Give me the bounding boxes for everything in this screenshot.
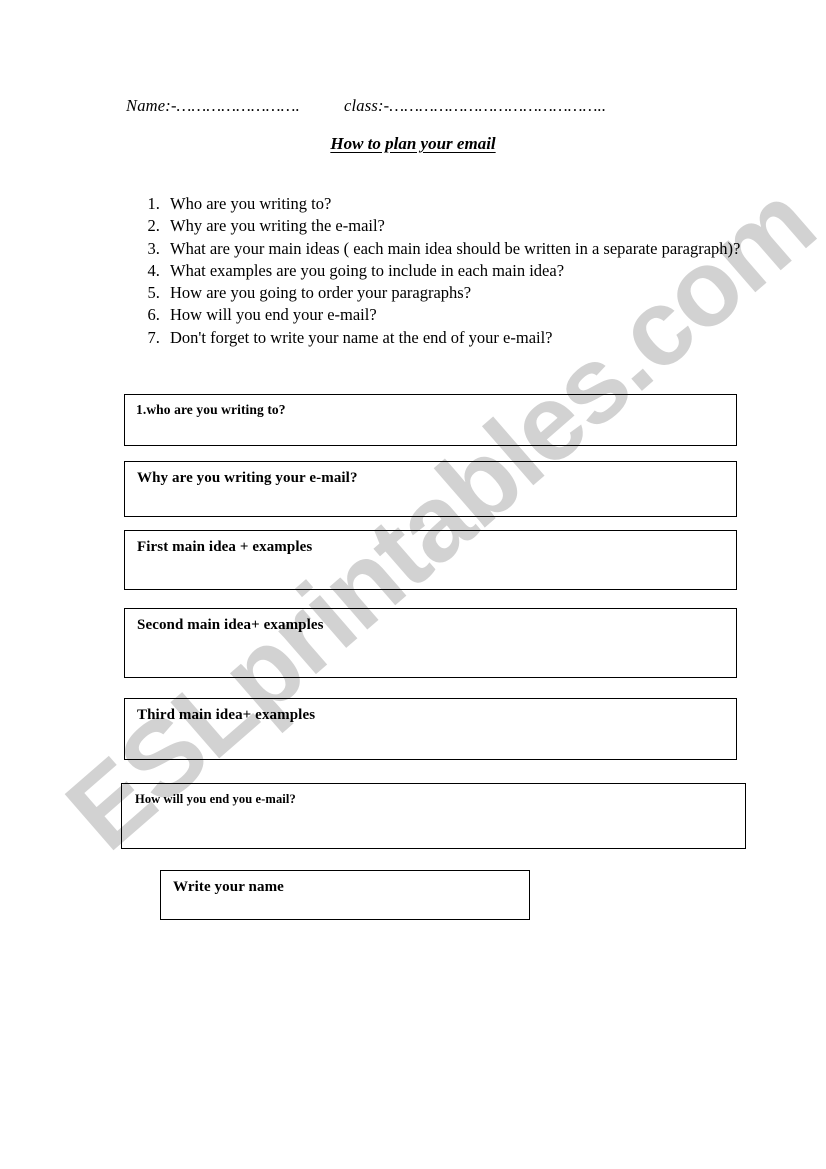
answer-box-first-idea[interactable]: First main idea + examples [124, 530, 737, 590]
answer-box-ending[interactable]: How will you end you e-mail? [121, 783, 746, 849]
answer-box-purpose[interactable]: Why are you writing your e-mail? [124, 461, 737, 517]
answer-box-label: 1.who are you writing to? [136, 402, 286, 417]
answer-box-second-idea[interactable]: Second main idea+ examples [124, 608, 737, 678]
student-info-row: Name:-……………………. class:-…………………………………….. [126, 96, 726, 116]
question-item: Who are you writing to? [164, 193, 764, 215]
class-field-label: class:-…………………………………….. [343, 96, 607, 115]
answer-box-label: First main idea + examples [137, 539, 313, 555]
question-item: Don't forget to write your name at the e… [164, 327, 764, 349]
answer-box-label: Write your name [173, 879, 284, 895]
worksheet-page: ESLprintables.com Name:-……………………. class:-… [0, 0, 826, 1169]
answer-box-signature[interactable]: Write your name [160, 870, 530, 920]
question-item: What are your main ideas ( each main ide… [164, 238, 764, 260]
planning-question-list: Who are you writing to? Why are you writ… [130, 193, 764, 349]
answer-box-label: Second main idea+ examples [137, 617, 324, 633]
page-title: How to plan your email [330, 134, 496, 153]
question-item: Why are you writing the e-mail? [164, 215, 764, 237]
question-item: How will you end your e-mail? [164, 304, 764, 326]
answer-box-recipient[interactable]: 1.who are you writing to? [124, 394, 737, 446]
answer-box-label: Why are you writing your e-mail? [137, 470, 358, 486]
question-item: What examples are you going to include i… [164, 260, 764, 282]
answer-box-label: Third main idea+ examples [137, 707, 316, 723]
answer-box-label: How will you end you e-mail? [135, 792, 296, 806]
question-item: How are you going to order your paragrap… [164, 282, 764, 304]
answer-box-third-idea[interactable]: Third main idea+ examples [124, 698, 737, 760]
name-field-label: Name:-……………………. [126, 96, 300, 115]
